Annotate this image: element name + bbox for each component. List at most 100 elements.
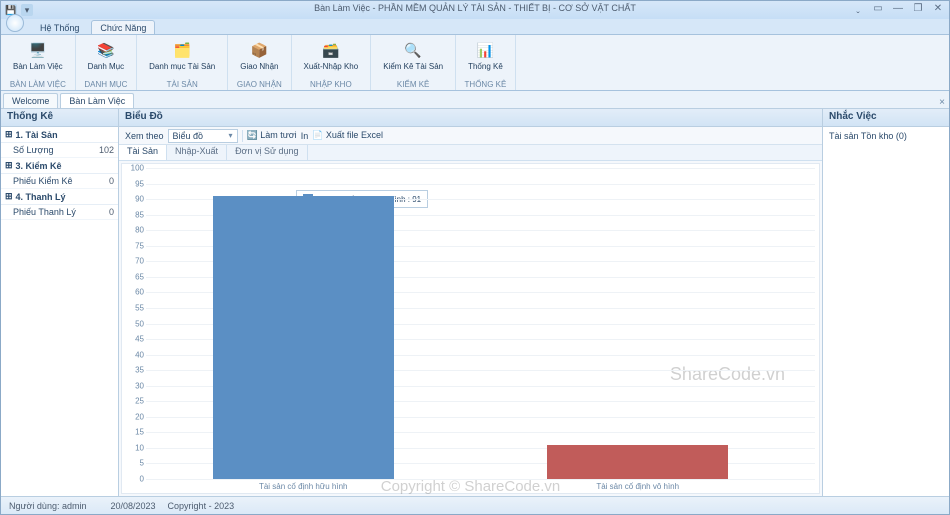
ribbon-button-icon: 🗃️ [320, 39, 342, 61]
ribbon-button[interactable]: 🔍Kiểm Kê Tài Sản [379, 37, 447, 73]
ribbon-button-label: Xuất-Nhập Kho [304, 62, 359, 71]
reminder-item[interactable]: Tài sản Tồn kho (0) [823, 127, 949, 496]
chart-inner-tabs: Tài Sản Nhập-Xuất Đơn vị Sử dụng [119, 145, 822, 161]
ribbon-button[interactable]: 📚Danh Mục [84, 37, 128, 73]
chart-ytick: 100 [124, 164, 144, 173]
doc-tab-ban-lam-viec[interactable]: Bàn Làm Việc [60, 93, 134, 108]
ribbon-group: 🔍Kiểm Kê Tài Sản KIỂM KÊ [371, 35, 456, 90]
export-excel-button[interactable]: 📄 Xuất file Excel [312, 130, 383, 141]
tree-item-label: Phiếu Kiểm Kê [13, 176, 73, 186]
expand-icon: ⊞ [5, 129, 13, 140]
chart-type-value: Biểu đồ [173, 131, 204, 141]
ribbon-button-icon: 🗂️ [171, 39, 193, 61]
tree-item[interactable]: Phiếu Kiểm Kê 0 [1, 174, 118, 189]
doc-tab-close-icon[interactable]: × [939, 97, 945, 108]
app-pearl-button[interactable] [6, 14, 24, 32]
watermark-copyright: Copyright © ShareCode.vn [381, 478, 560, 495]
chart-ytick: 0 [124, 475, 144, 484]
chart-ytick: 60 [124, 288, 144, 297]
tree-item-value: 102 [99, 145, 114, 155]
refresh-button[interactable]: 🔄 Làm tươi [247, 130, 297, 141]
ribbon-button[interactable]: 🗃️Xuất-Nhập Kho [300, 37, 363, 73]
ribbon-group-label: GIAO NHẬN [237, 80, 282, 90]
ribbon-button[interactable]: 🖥️Bàn Làm Việc [9, 37, 67, 73]
win-close-icon[interactable]: ✕ [931, 3, 945, 14]
chart-type-select[interactable]: Biểu đồ ▾ [168, 129, 238, 143]
ribbon: 🖥️Bàn Làm ViệcBÀN LÀM VIỆC📚Danh MụcDANH … [1, 35, 949, 91]
tree-group-header[interactable]: ⊞ 1. Tài Sản [1, 127, 118, 143]
chart-plot: Tài sản cố định hữu hình : 91 ShareCode.… [146, 168, 815, 479]
center-panel-title: Biểu Đồ [119, 109, 822, 127]
ribbon-group: 📚Danh Mục DANH MỤC [76, 35, 137, 90]
inner-tab-nhap-xuat[interactable]: Nhập-Xuất [167, 145, 227, 160]
ribbon-group: 📦Giao Nhận GIAO NHẬN [228, 35, 291, 90]
toolbar-xem-theo-label: Xem theo [125, 131, 164, 141]
ribbon-button-icon: 🔍 [402, 39, 424, 61]
chart-xlabel: Tài sản cố định vô hình [596, 482, 679, 491]
chart-ytick: 95 [124, 179, 144, 188]
right-panel: Nhắc Việc Tài sản Tồn kho (0) [823, 109, 949, 496]
chart-bar [547, 445, 728, 479]
win-minimize-icon[interactable]: — [891, 3, 905, 14]
toolbar-separator [242, 130, 243, 142]
tree-item[interactable]: Phiếu Thanh Lý0 [1, 205, 118, 220]
ribbon-button-icon: 📚 [95, 39, 117, 61]
tree-group-header[interactable]: ⊞ 3. Kiểm Kê [1, 158, 118, 174]
chart-ytick: 45 [124, 335, 144, 344]
tree-item-label: Số Lượng [13, 145, 53, 155]
ribbon-group-label: KIỂM KÊ [397, 80, 429, 90]
chart-toolbar: Xem theo Biểu đồ ▾ 🔄 Làm tươi In 📄 Xuất … [119, 127, 822, 145]
app-window: 💾 ▾ Bàn Làm Việc - PHẦN MỀM QUẢN LÝ TÀI … [0, 0, 950, 515]
ribbon-tab-he-thong[interactable]: Hệ Thống [31, 20, 88, 34]
win-restore-icon[interactable]: ❐ [911, 3, 925, 14]
chart-ytick: 55 [124, 303, 144, 312]
status-user: Người dùng: admin [9, 501, 87, 511]
print-button[interactable]: In [301, 131, 309, 141]
tree-group-header[interactable]: ⊞ 4. Thanh Lý [1, 189, 118, 205]
ribbon-group-label: DANH MỤC [84, 80, 127, 90]
main-area: Thống Kê ⊞ 1. Tài Sản Số Lượng 102 ⊞ 3. Kiể… [1, 109, 949, 496]
inner-tab-tai-san[interactable]: Tài Sản [119, 145, 167, 160]
center-panel: Biểu Đồ Xem theo Biểu đồ ▾ 🔄 Làm tươi In… [119, 109, 823, 496]
chart-ytick: 50 [124, 319, 144, 328]
doc-tab-welcome[interactable]: Welcome [3, 93, 58, 108]
chart-ytick: 90 [124, 195, 144, 204]
chart-ytick: 35 [124, 366, 144, 375]
inner-tab-don-vi[interactable]: Đơn vị Sử dụng [227, 145, 307, 160]
ribbon-button-label: Danh Mục [88, 62, 124, 71]
ribbon-button-label: Giao Nhận [240, 62, 278, 71]
expand-icon: ⊞ [5, 191, 13, 202]
status-bar: Người dùng: admin 20/08/2023 Copyright -… [1, 496, 949, 514]
watermark-sharecode: ShareCode.vn [670, 364, 785, 385]
win-help-icon[interactable]: ˬ [851, 3, 865, 14]
ribbon-group: 🗃️Xuất-Nhập Kho NHẬP KHO [292, 35, 372, 90]
tree-item-value: 0 [109, 207, 114, 217]
title-bar: 💾 ▾ Bàn Làm Việc - PHẦN MỀM QUẢN LÝ TÀI … [1, 1, 949, 19]
tree-item-value: 0 [109, 176, 114, 186]
status-copyright: Copyright - 2023 [168, 501, 235, 511]
chart-gridline [146, 168, 815, 169]
tree-item[interactable]: Số Lượng 102 [1, 143, 118, 158]
ribbon-button[interactable]: 📊Thống Kê [464, 37, 507, 73]
ribbon-group-label: THỐNG KÊ [465, 80, 507, 90]
chart-bar [213, 196, 394, 479]
chart-ytick: 85 [124, 210, 144, 219]
right-panel-title: Nhắc Việc [823, 109, 949, 127]
chart-ytick: 65 [124, 272, 144, 281]
ribbon-tabs: Hệ Thống Chức Năng SHARECODE.vn [1, 19, 949, 35]
chart-ytick: 25 [124, 397, 144, 406]
chart-area: Tài sản cố định hữu hình : 91 ShareCode.… [121, 163, 820, 494]
ribbon-button-icon: 📊 [474, 39, 496, 61]
qat-dropdown-icon[interactable]: ▾ [21, 4, 33, 16]
left-panel-title: Thống Kê [1, 109, 118, 127]
win-style-icon[interactable]: ▭ [871, 3, 885, 14]
ribbon-button-label: Danh mục Tài Sản [149, 62, 215, 71]
chart-ytick: 30 [124, 381, 144, 390]
ribbon-button[interactable]: 🗂️Danh mục Tài Sản [145, 37, 219, 73]
chart-ytick: 75 [124, 241, 144, 250]
ribbon-tab-chuc-nang[interactable]: Chức Năng [91, 20, 155, 34]
ribbon-button[interactable]: 📦Giao Nhận [236, 37, 282, 73]
ribbon-group-label: NHẬP KHO [310, 80, 352, 90]
ribbon-button-label: Bàn Làm Việc [13, 62, 63, 71]
ribbon-group: 📊Thống Kê THỐNG KÊ [456, 35, 516, 90]
